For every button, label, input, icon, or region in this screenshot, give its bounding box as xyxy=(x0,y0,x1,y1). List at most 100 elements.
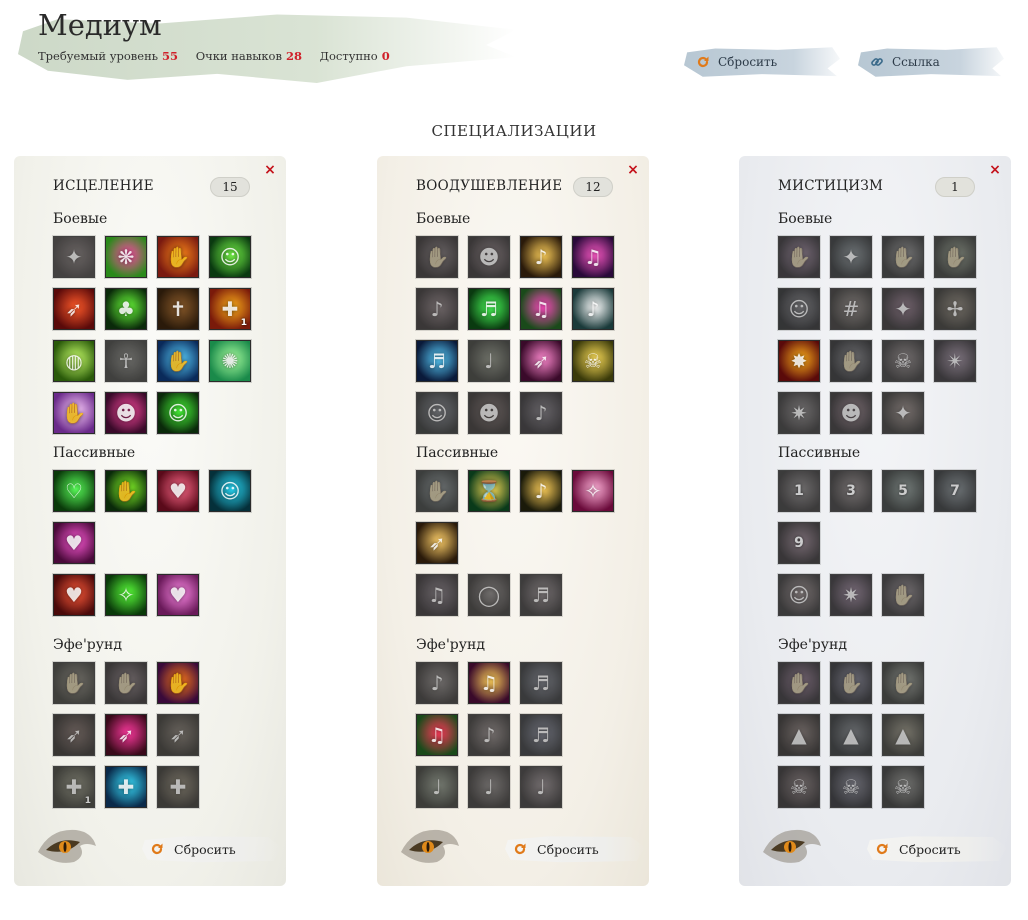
skill-slot[interactable]: ♪ xyxy=(520,392,562,434)
skill-slot[interactable]: ✋ xyxy=(830,340,872,382)
skill-slot[interactable]: ✋ xyxy=(105,470,147,512)
skill-slot[interactable]: ☺ xyxy=(209,470,251,512)
skill-slot[interactable]: ☺ xyxy=(416,392,458,434)
skill-slot[interactable]: ✦ xyxy=(882,392,924,434)
skill-slot[interactable]: ⌛ xyxy=(468,470,510,512)
skill-slot[interactable]: ♥ xyxy=(157,574,199,616)
skill-slot[interactable]: ❋ xyxy=(105,236,147,278)
skill-slot[interactable]: ♪ xyxy=(520,470,562,512)
skill-slot[interactable]: ▲ xyxy=(778,714,820,756)
skill-slot[interactable]: ✋ xyxy=(882,662,924,704)
skill-slot[interactable]: ♪ xyxy=(520,236,562,278)
skill-slot[interactable]: ☻ xyxy=(468,236,510,278)
skill-slot[interactable]: ✢ xyxy=(934,288,976,330)
skill-slot[interactable]: ✦ xyxy=(53,236,95,278)
skill-slot[interactable]: ♥ xyxy=(157,470,199,512)
skill-slot[interactable]: ♥ xyxy=(53,574,95,616)
skill-slot[interactable]: ✸ xyxy=(778,340,820,382)
skill-slot[interactable]: ☠ xyxy=(882,340,924,382)
skill-slot[interactable]: 5 xyxy=(882,470,924,512)
skill-slot[interactable]: ✦ xyxy=(830,236,872,278)
skill-slot[interactable]: ♫ xyxy=(416,574,458,616)
skill-slot[interactable]: ✧ xyxy=(572,470,614,512)
reset-all-button[interactable]: Сбросить xyxy=(684,46,840,78)
skill-slot[interactable]: ☠ xyxy=(882,766,924,808)
skill-slot[interactable]: ☺ xyxy=(157,392,199,434)
skill-slot[interactable]: ✷ xyxy=(830,574,872,616)
skill-slot[interactable]: ♬ xyxy=(520,662,562,704)
skill-slot[interactable]: ☥ xyxy=(105,340,147,382)
skill-slot[interactable]: ♫ xyxy=(520,288,562,330)
skill-slot[interactable]: ➶ xyxy=(157,714,199,756)
skill-slot[interactable]: ♫ xyxy=(416,714,458,756)
skill-slot[interactable]: ♪ xyxy=(416,662,458,704)
skill-slot[interactable]: ♬ xyxy=(416,340,458,382)
skill-slot[interactable]: ☻ xyxy=(105,392,147,434)
skill-slot[interactable]: ☻ xyxy=(830,392,872,434)
share-link-button[interactable]: Ссылка xyxy=(858,46,1004,78)
skill-slot[interactable]: ✋ xyxy=(105,662,147,704)
skill-slot[interactable]: ◍ xyxy=(53,340,95,382)
skill-slot[interactable]: ✋ xyxy=(934,236,976,278)
skill-slot[interactable]: ✋ xyxy=(157,340,199,382)
skill-slot[interactable]: ✋ xyxy=(416,236,458,278)
skill-slot[interactable]: ♣ xyxy=(105,288,147,330)
skill-slot[interactable]: ✋ xyxy=(830,662,872,704)
skill-slot[interactable]: ✚ xyxy=(105,766,147,808)
skill-slot[interactable]: ☺ xyxy=(778,574,820,616)
skill-slot[interactable]: ✋ xyxy=(157,662,199,704)
skill-slot[interactable]: ♬ xyxy=(468,288,510,330)
skill-slot[interactable]: ➶ xyxy=(520,340,562,382)
skill-slot[interactable]: ☺ xyxy=(209,236,251,278)
skill-slot[interactable]: ✋ xyxy=(882,236,924,278)
skill-slot[interactable]: ➶ xyxy=(105,714,147,756)
skill-slot[interactable]: ➶ xyxy=(53,288,95,330)
skill-slot[interactable]: 3 xyxy=(830,470,872,512)
skill-slot[interactable]: 7 xyxy=(934,470,976,512)
skill-slot[interactable]: ♩ xyxy=(520,766,562,808)
skill-slot[interactable]: ♫ xyxy=(468,662,510,704)
skill-slot[interactable]: ✚ xyxy=(157,766,199,808)
skill-slot[interactable]: ▲ xyxy=(830,714,872,756)
skill-slot[interactable]: ♡ xyxy=(53,470,95,512)
skill-slot[interactable]: ✝ xyxy=(157,288,199,330)
skill-slot[interactable]: ♩ xyxy=(416,766,458,808)
skill-slot[interactable]: ♥ xyxy=(53,522,95,564)
skill-slot[interactable]: ✦ xyxy=(882,288,924,330)
skill-slot[interactable]: ✋ xyxy=(53,662,95,704)
skill-slot[interactable]: ✋ xyxy=(778,236,820,278)
reset-spec-button[interactable]: Сбросить xyxy=(867,834,1007,864)
skill-slot[interactable]: ✋ xyxy=(882,574,924,616)
skill-slot[interactable]: ♪ xyxy=(468,714,510,756)
skill-slot[interactable]: ☠ xyxy=(572,340,614,382)
skill-slot[interactable]: ♪ xyxy=(416,288,458,330)
skill-slot[interactable]: ➶ xyxy=(416,522,458,564)
skill-slot[interactable]: ♩ xyxy=(468,766,510,808)
skill-slot[interactable]: ✴ xyxy=(934,340,976,382)
skill-slot[interactable]: ☺ xyxy=(778,288,820,330)
skill-slot[interactable]: ✷ xyxy=(778,392,820,434)
skill-slot[interactable]: ♪ xyxy=(572,288,614,330)
skill-slot[interactable]: ✋ xyxy=(157,236,199,278)
skill-slot[interactable]: ▲ xyxy=(882,714,924,756)
skill-slot[interactable]: 1 xyxy=(778,470,820,512)
skill-slot[interactable]: ☻ xyxy=(468,392,510,434)
skill-slot[interactable]: ☠ xyxy=(830,766,872,808)
skill-slot[interactable]: ♩ xyxy=(468,340,510,382)
skill-slot[interactable]: ✚ 1 xyxy=(209,288,251,330)
skill-slot[interactable]: ✋ xyxy=(778,662,820,704)
remove-spec-close-icon[interactable]: × xyxy=(989,163,1001,177)
skill-slot[interactable]: ✋ xyxy=(416,470,458,512)
skill-slot[interactable]: ◯ xyxy=(468,574,510,616)
skill-slot[interactable]: ✺ xyxy=(209,340,251,382)
skill-slot[interactable]: ✚ 1 xyxy=(53,766,95,808)
skill-slot[interactable]: 9 xyxy=(778,522,820,564)
skill-slot[interactable]: ✋ xyxy=(53,392,95,434)
reset-spec-button[interactable]: Сбросить xyxy=(142,834,282,864)
skill-slot[interactable]: ♬ xyxy=(520,714,562,756)
skill-slot[interactable]: ➶ xyxy=(53,714,95,756)
skill-slot[interactable]: # xyxy=(830,288,872,330)
skill-slot[interactable]: ♬ xyxy=(520,574,562,616)
remove-spec-close-icon[interactable]: × xyxy=(264,163,276,177)
reset-spec-button[interactable]: Сбросить xyxy=(505,834,645,864)
